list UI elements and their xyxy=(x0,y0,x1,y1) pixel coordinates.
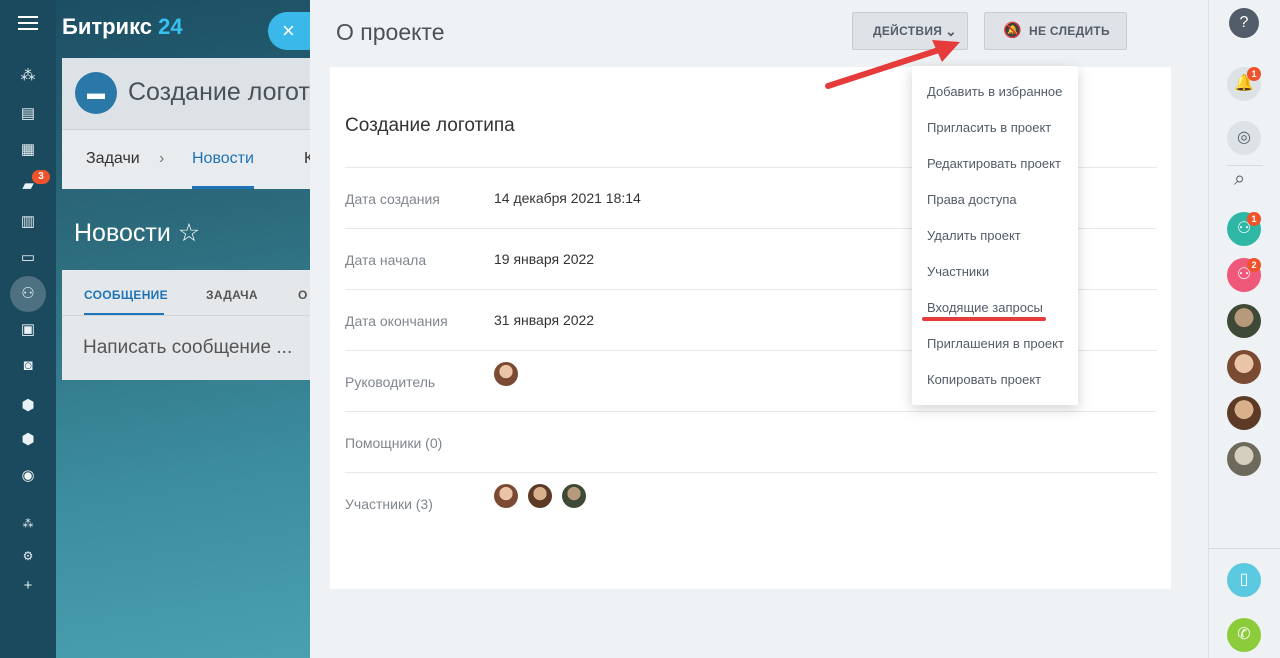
unfollow-button[interactable]: 🔕 НЕ СЛЕДИТЬ xyxy=(984,12,1127,50)
field-label: Дата создания xyxy=(345,191,440,207)
highlight-underline xyxy=(922,317,1046,321)
stream-icon[interactable]: ⁂ xyxy=(18,66,38,86)
field-value: 19 января 2022 xyxy=(494,251,595,267)
robot-icon[interactable]: ◙ xyxy=(18,356,38,376)
logo-number: 24 xyxy=(158,14,183,39)
field-label: Дата окончания xyxy=(345,313,448,329)
composer-tab-underline xyxy=(84,313,164,315)
folder-icon: ▬ xyxy=(75,72,117,114)
field-row: Участники (3) xyxy=(345,472,1157,533)
more-icon[interactable]: ◉ xyxy=(18,466,38,486)
group-chat2-badge: 2 xyxy=(1247,258,1261,272)
drive-icon[interactable]: ▭ xyxy=(18,248,38,268)
menu-item-access[interactable]: Права доступа xyxy=(927,192,1017,207)
group-chat-badge: 1 xyxy=(1247,212,1261,226)
menu-item-invitations[interactable]: Приглашения в проект xyxy=(927,336,1064,351)
owner-avatar[interactable] xyxy=(494,362,518,386)
chat-badge: 3 xyxy=(32,170,50,184)
menu-item-copy[interactable]: Копировать проект xyxy=(927,372,1041,387)
actions-menu: Добавить в избранное Пригласить в проект… xyxy=(912,66,1078,405)
sitemap-icon[interactable]: ⁂ xyxy=(18,514,38,534)
tab-message[interactable]: СООБЩЕНИЕ xyxy=(84,288,168,302)
field-value: 31 января 2022 xyxy=(494,312,595,328)
field-value: 14 декабря 2021 18:14 xyxy=(494,190,641,206)
close-icon: × xyxy=(282,18,295,43)
menu-item-edit[interactable]: Редактировать проект xyxy=(927,156,1061,171)
contact-avatar[interactable] xyxy=(1227,442,1261,476)
add-icon[interactable]: + xyxy=(18,576,38,596)
logo[interactable]: Битрикс 24 xyxy=(62,14,183,40)
composer-tabs: СООБЩЕНИЕ ЗАДАЧА О xyxy=(62,270,316,316)
menu-burger-icon[interactable] xyxy=(18,16,38,34)
left-sidebar: ⁂ ▤ ▦ ▰ 3 ▥ ▭ ⚇ ▣ ◙ ⬢ ⬢ ◉ ⁂ ⚙ + xyxy=(0,0,56,658)
tasks-icon[interactable]: ▤ xyxy=(18,104,38,124)
project-card: ▬ Создание логоти Задачи › Новости К xyxy=(62,58,324,189)
help-icon[interactable]: ? xyxy=(1229,8,1259,38)
news-title-text: Новости xyxy=(74,219,171,247)
menu-item-delete[interactable]: Удалить проект xyxy=(927,228,1021,243)
menu-item-members[interactable]: Участники xyxy=(927,264,989,279)
live-feed-icon[interactable]: ◎ xyxy=(1227,121,1261,155)
phone-icon[interactable]: ✆ xyxy=(1227,618,1261,652)
separator xyxy=(1209,548,1280,549)
member-avatar[interactable] xyxy=(562,484,586,508)
field-label: Участники (3) xyxy=(345,496,433,512)
mobile-app-icon[interactable]: ▯ xyxy=(1227,563,1261,597)
project-name: Создание логотипа xyxy=(345,115,515,136)
bell-off-icon: 🔕 xyxy=(1003,22,1022,39)
tab-news[interactable]: Новости xyxy=(192,150,254,168)
tab-task[interactable]: ЗАДАЧА xyxy=(206,288,258,302)
annotation-arrow xyxy=(825,40,960,89)
project-title: Создание логоти xyxy=(128,78,324,106)
window-icon[interactable]: ▣ xyxy=(18,320,38,340)
contact-avatar[interactable] xyxy=(1227,396,1261,430)
member-avatar[interactable] xyxy=(494,484,518,508)
menu-item-incoming-requests[interactable]: Входящие запросы xyxy=(927,300,1043,315)
star-icon[interactable]: ☆ xyxy=(178,219,200,247)
news-composer: СООБЩЕНИЕ ЗАДАЧА О Написать сообщение ..… xyxy=(62,270,316,380)
member-avatar[interactable] xyxy=(528,484,552,508)
field-row: Помощники (0) xyxy=(345,411,1157,472)
news-title: Новости ☆ xyxy=(74,218,200,248)
project-header: ▬ Создание логоти xyxy=(62,58,324,130)
documents-icon[interactable]: ▥ xyxy=(18,212,38,232)
tab-tasks[interactable]: Задачи xyxy=(86,150,140,168)
contact-avatar[interactable] xyxy=(1227,350,1261,384)
box2-icon[interactable]: ⬢ xyxy=(18,430,38,450)
logo-name: Битрикс xyxy=(62,14,153,39)
separator xyxy=(1227,165,1263,166)
chevron-right-icon: › xyxy=(159,150,165,167)
search-icon[interactable]: ⌕ xyxy=(1234,168,1245,191)
groups-icon[interactable]: ⚇ xyxy=(10,276,46,312)
contact-avatar[interactable] xyxy=(1227,304,1261,338)
project-tabs: Задачи › Новости К xyxy=(62,130,316,189)
field-label: Дата начала xyxy=(345,252,427,268)
tab-other[interactable]: О xyxy=(298,288,308,302)
panel-title: О проекте xyxy=(336,19,445,45)
calendar-icon[interactable]: ▦ xyxy=(18,140,38,160)
field-label: Помощники (0) xyxy=(345,435,443,451)
right-sidebar: ? 🔔 1 ◎ ⌕ ⚇ 1 ⚇ 2 ▯ ✆ xyxy=(1208,0,1280,658)
notifications-badge: 1 xyxy=(1247,67,1261,81)
tab-underline xyxy=(192,186,254,189)
box-icon[interactable]: ⬢ xyxy=(18,396,38,416)
unfollow-label: НЕ СЛЕДИТЬ xyxy=(1029,24,1110,38)
settings-icon[interactable]: ⚙ xyxy=(18,546,38,566)
menu-item-invite[interactable]: Пригласить в проект xyxy=(927,120,1051,135)
message-input[interactable]: Написать сообщение ... xyxy=(83,337,292,359)
field-label: Руководитель xyxy=(345,374,436,390)
